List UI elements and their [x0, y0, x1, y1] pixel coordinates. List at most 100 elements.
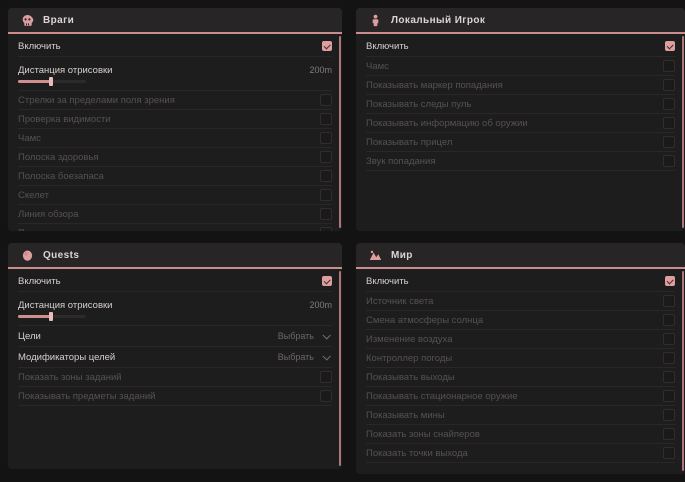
- toggle-row[interactable]: Включить: [18, 36, 332, 57]
- row-label: Изменение воздуха: [366, 334, 453, 345]
- row-label: Показывать маркер попадания: [366, 80, 503, 91]
- checkbox[interactable]: [663, 60, 675, 72]
- checkbox[interactable]: [663, 117, 675, 129]
- row-label: Показывать выходы: [366, 372, 455, 383]
- slider-header: Дистанция отрисовки200m: [18, 300, 332, 311]
- toggle-row[interactable]: Смена атмосферы солнца: [366, 311, 675, 330]
- slider-value: 200m: [309, 65, 332, 75]
- scrollbar[interactable]: [339, 271, 341, 466]
- row-label: Полоска здоровья: [18, 152, 99, 163]
- toggle-row[interactable]: Показать зоны заданий: [18, 368, 332, 387]
- checkbox[interactable]: [320, 170, 332, 182]
- panel-title: Локальный Игрок: [391, 15, 485, 26]
- toggle-row[interactable]: Чамс: [18, 129, 332, 148]
- toggle-row[interactable]: Включить: [366, 36, 675, 57]
- toggle-row[interactable]: Показывать предметы заданий: [18, 387, 332, 406]
- checkbox[interactable]: [663, 98, 675, 110]
- slider-row[interactable]: Дистанция отрисовки200m: [18, 57, 332, 91]
- slider[interactable]: [18, 80, 86, 83]
- select-row[interactable]: Модификаторы целей Выбрать: [18, 347, 332, 368]
- panel-quests: Quests ВключитьДистанция отрисовки200mЦе…: [8, 243, 342, 469]
- toggle-row[interactable]: Стрелки за пределами поля зрения: [18, 91, 332, 110]
- checkbox[interactable]: [320, 151, 332, 163]
- toggle-row[interactable]: Показывать мины: [366, 406, 675, 425]
- checkbox[interactable]: [663, 409, 675, 421]
- toggle-row[interactable]: Звук попадания: [366, 152, 675, 171]
- toggle-row[interactable]: Полоска здоровья: [18, 148, 332, 167]
- toggle-row[interactable]: Проверка видимости: [18, 110, 332, 129]
- checkbox[interactable]: [663, 333, 675, 345]
- slider-handle[interactable]: [49, 77, 53, 86]
- checkbox[interactable]: [663, 371, 675, 383]
- checkbox[interactable]: [320, 189, 332, 201]
- select-value: Выбрать: [278, 352, 314, 362]
- row-label: Включить: [366, 276, 409, 287]
- select-button[interactable]: Выбрать: [278, 352, 332, 362]
- scrollbar[interactable]: [682, 271, 684, 471]
- checkbox[interactable]: [665, 41, 675, 51]
- toggle-row[interactable]: Источник света: [366, 292, 675, 311]
- checkbox[interactable]: [320, 390, 332, 402]
- row-label: Включить: [366, 41, 409, 52]
- checkbox[interactable]: [663, 352, 675, 364]
- slider-row[interactable]: Дистанция отрисовки200m: [18, 292, 332, 326]
- checkbox[interactable]: [663, 390, 675, 402]
- checkbox[interactable]: [320, 94, 332, 106]
- toggle-row[interactable]: Показывать выходы: [366, 368, 675, 387]
- panel-enemies-header: Враги: [8, 8, 342, 34]
- row-label: Показывать следы пуль: [366, 99, 471, 110]
- toggle-row[interactable]: Изменение воздуха: [366, 330, 675, 349]
- toggle-row[interactable]: Контроллер погоды: [366, 349, 675, 368]
- quest-icon: [20, 248, 34, 262]
- row-label: Стрелки за пределами поля зрения: [18, 95, 175, 106]
- checkbox[interactable]: [320, 113, 332, 125]
- mountain-icon: [368, 248, 382, 262]
- toggle-row[interactable]: Скелет: [18, 186, 332, 205]
- panel-quests-rows: Включить Дистанция отрисовки200m Цели Выбра…: [8, 269, 342, 406]
- row-label: Смена атмосферы солнца: [366, 315, 483, 326]
- checkbox[interactable]: [322, 41, 332, 51]
- scrollbar[interactable]: [682, 36, 684, 228]
- toggle-row[interactable]: Показать зоны снайперов: [366, 425, 675, 444]
- slider-handle[interactable]: [49, 312, 53, 321]
- select-row[interactable]: Цели Выбрать: [18, 326, 332, 347]
- slider[interactable]: [18, 315, 86, 318]
- row-label: Показывать информацию об оружии: [366, 118, 528, 129]
- checkbox[interactable]: [663, 79, 675, 91]
- checkbox[interactable]: [663, 155, 675, 167]
- toggle-row[interactable]: Показывать стационарное оружие: [366, 387, 675, 406]
- toggle-row[interactable]: Показывать маркер попадания: [366, 76, 675, 95]
- toggle-row[interactable]: Чамс: [366, 57, 675, 76]
- toggle-row[interactable]: Включить: [18, 271, 332, 292]
- checkbox[interactable]: [320, 227, 332, 231]
- row-label: Модификаторы целей: [18, 352, 115, 363]
- toggle-row[interactable]: Линия обзора: [18, 205, 332, 224]
- row-label: Показать зоны снайперов: [366, 429, 480, 440]
- checkbox[interactable]: [320, 371, 332, 383]
- toggle-row[interactable]: Показывать информацию об оружии: [366, 114, 675, 133]
- checkbox[interactable]: [320, 132, 332, 144]
- checkbox[interactable]: [663, 428, 675, 440]
- toggle-row[interactable]: Включить: [366, 271, 675, 292]
- checkbox[interactable]: [663, 136, 675, 148]
- chevron-down-icon: [322, 331, 330, 339]
- skull-icon: [20, 13, 34, 27]
- scrollbar[interactable]: [339, 36, 341, 228]
- toggle-row[interactable]: Показать точки выхода: [366, 444, 675, 463]
- checkbox[interactable]: [663, 447, 675, 459]
- checkbox[interactable]: [665, 276, 675, 286]
- row-label: Включить: [18, 41, 61, 52]
- toggle-row[interactable]: Показывать следы пуль: [366, 95, 675, 114]
- checkbox[interactable]: [663, 295, 675, 307]
- checkbox[interactable]: [320, 208, 332, 220]
- panel-enemies-rows: Включить Дистанция отрисовки200m Стрелки з…: [8, 34, 342, 231]
- checkbox[interactable]: [663, 314, 675, 326]
- select-value: Выбрать: [278, 331, 314, 341]
- row-label: Показывать прицел: [366, 137, 452, 148]
- toggle-row[interactable]: Показывать прицел: [366, 133, 675, 152]
- toggle-row[interactable]: Полоска боезапаса: [18, 167, 332, 186]
- toggle-row[interactable]: Показывать следы пуль: [18, 224, 332, 231]
- select-button[interactable]: Выбрать: [278, 331, 332, 341]
- row-label: Цели: [18, 331, 41, 342]
- checkbox[interactable]: [322, 276, 332, 286]
